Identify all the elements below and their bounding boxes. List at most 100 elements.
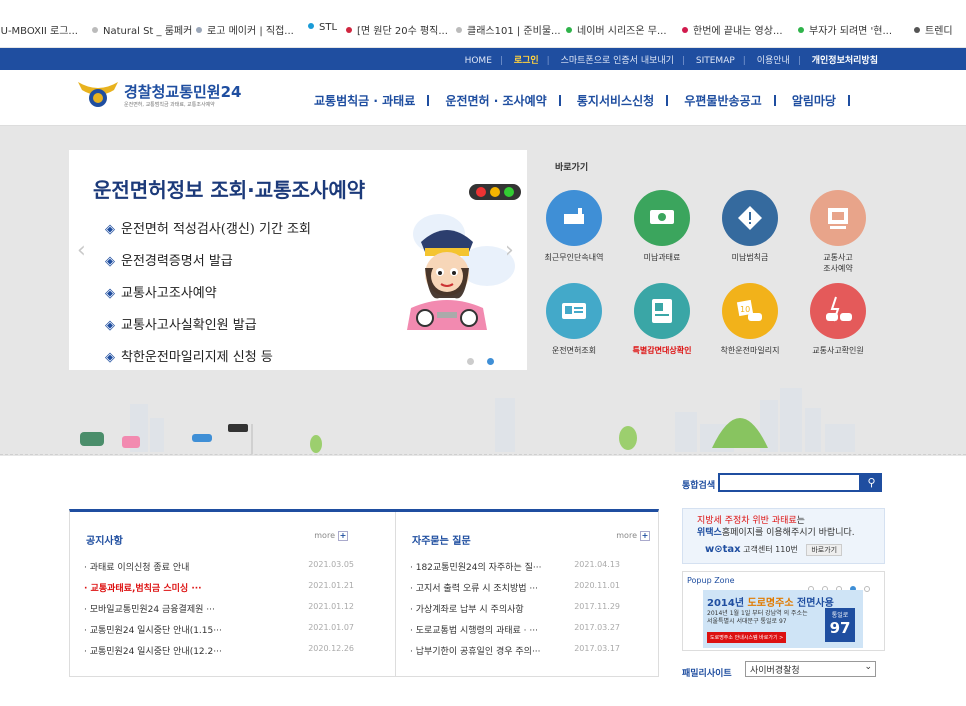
family-site-select[interactable]: 사이버경찰청 ⌄ bbox=[745, 661, 876, 677]
list-item[interactable]: · 모바일교통민원24 금융결제원 ··· 2021.01.12 bbox=[84, 602, 354, 623]
cert-export-link[interactable]: 스마트폰으로 인증서 내보내기 bbox=[561, 56, 674, 66]
faq-column: 자주묻는 질문 more + · 182교통민원24의 자주하는 질··· 2021… bbox=[396, 512, 690, 677]
wetax-logo: w⊙tax bbox=[705, 544, 741, 555]
quick-link-7[interactable]: 10 착한운전마일리지 bbox=[706, 283, 794, 356]
popup-dot-5[interactable] bbox=[864, 586, 870, 592]
bookmark-label: 한번에 끝내는 영상... bbox=[693, 26, 783, 37]
bookmark-label: 부자가 되려면 '현... bbox=[809, 26, 893, 37]
quick-links-title: 바로가기 bbox=[555, 163, 589, 173]
quick-link-label: 착한운전마일리지 bbox=[720, 346, 780, 355]
slide-link-mileage[interactable]: ◈ 착한운전마일리지제 신청 등 bbox=[105, 342, 311, 370]
notice-title[interactable]: 공지사항 bbox=[86, 532, 123, 547]
top-utility-bar: HOME | 로그인 | 스마트폰으로 인증서 내보내기 | SITEMAP | 이용안… bbox=[0, 48, 966, 70]
slide-link-career-cert[interactable]: ◈ 운전경력증명서 발급 bbox=[105, 246, 311, 278]
bookmark-item[interactable]: 네이버 시리즈온 무... bbox=[566, 22, 667, 37]
home-link[interactable]: HOME bbox=[465, 56, 492, 66]
list-item[interactable]: · 고지서 출력 오류 시 조치방법 ··· 2020.11.01 bbox=[410, 581, 620, 602]
bookmark-favicon-icon bbox=[308, 23, 314, 29]
list-item-title: · 납부기한이 공휴일인 경우 주의··· bbox=[410, 647, 541, 657]
traffic-light-icon bbox=[469, 184, 521, 200]
slider-prev-arrow[interactable]: ‹ bbox=[77, 238, 86, 263]
quick-link-5[interactable]: 운전면허조회 bbox=[530, 283, 618, 356]
list-item[interactable]: · 가상계좌로 납부 시 주의사항 2017.11.29 bbox=[410, 602, 620, 623]
login-link[interactable]: 로그인 bbox=[514, 56, 539, 66]
bookmark-item[interactable]: Natural St _ 룸페커 bbox=[92, 22, 192, 37]
list-item-title: · 고지서 출력 오류 시 조치방법 ··· bbox=[410, 584, 538, 594]
slider-dot-2[interactable] bbox=[487, 358, 495, 365]
quick-link-1[interactable]: 최근무인단속내역 bbox=[530, 190, 618, 263]
quick-link-6[interactable]: 특별감면대상확인 bbox=[618, 283, 706, 356]
list-item[interactable]: · 교통민원24 일시중단 안내(1.15··· 2021.01.07 bbox=[84, 623, 354, 644]
list-item-date: 2021.04.13 bbox=[574, 560, 620, 569]
police-mascot-illustration bbox=[407, 214, 515, 330]
quick-link-circle bbox=[810, 190, 866, 246]
faq-title[interactable]: 자주묻는 질문 bbox=[412, 532, 471, 547]
bookmark-item[interactable]: STL bbox=[308, 22, 337, 33]
quick-link-circle bbox=[546, 190, 602, 246]
list-item-date: 2017.03.17 bbox=[574, 644, 620, 653]
chevron-down-icon: ⌄ bbox=[864, 662, 872, 672]
site-logo[interactable]: 경찰청교통민원24 운전면허, 교통범칙금 과태료, 교통조사예약 bbox=[76, 78, 266, 118]
bookmark-favicon-icon bbox=[798, 27, 804, 33]
nav-license[interactable]: 운전면허 · 조사예약 bbox=[445, 94, 546, 108]
bookmark-item[interactable]: 부자가 되려면 '현... bbox=[798, 22, 892, 37]
quick-link-8[interactable]: 교통사고확인원 bbox=[794, 283, 882, 356]
road-address-go-button[interactable]: 도로명주소 안내시스템 바로가기 > bbox=[707, 632, 787, 643]
list-item-date: 2021.01.21 bbox=[308, 581, 354, 590]
guide-link[interactable]: 이용안내 bbox=[757, 56, 790, 66]
list-item-date: 2021.03.05 bbox=[308, 560, 354, 569]
nav-returned-mail[interactable]: 우편물반송공고 bbox=[684, 94, 761, 108]
quick-link-3[interactable]: 미납범칙금 bbox=[706, 190, 794, 263]
slide-link-accident-booking[interactable]: ◈ 교통사고조사예약 bbox=[105, 278, 311, 310]
integrated-search-input[interactable] bbox=[718, 473, 861, 492]
list-item[interactable]: · 납부기한이 공휴일인 경우 주의··· 2017.03.17 bbox=[410, 644, 620, 665]
search-label: 통합검색 bbox=[682, 481, 716, 491]
list-item[interactable]: · 교통민원24 일시중단 안내(12.2··· 2020.12.26 bbox=[84, 644, 354, 665]
wetax-banner-line2-bold: 위택스 bbox=[697, 528, 722, 538]
city-skyline-illustration bbox=[80, 388, 855, 454]
list-item-date: 2021.01.07 bbox=[308, 623, 354, 632]
family-site-label: 패밀리사이트 bbox=[682, 669, 732, 679]
faq-more-link[interactable]: more + bbox=[616, 531, 650, 541]
bookmark-item[interactable]: 한번에 끝내는 영상... bbox=[682, 22, 783, 37]
slide-link-accident-cert[interactable]: ◈ 교통사고사실확인원 발급 bbox=[105, 310, 311, 342]
bookmark-label: [면 원단 20수 평직... bbox=[357, 26, 448, 37]
bookmark-item[interactable]: MU-MBOXII 로그... bbox=[0, 22, 78, 37]
quick-link-label: 최근무인단속내역 bbox=[544, 253, 604, 262]
bookmark-item[interactable]: 트렌디 bbox=[914, 22, 953, 37]
road-address-banner[interactable]: 2014년 도로명주소 전면사용 2014년 1월 1일 부터 강남역 의 주소… bbox=[703, 590, 863, 648]
list-item[interactable]: · 182교통민원24의 자주하는 질··· 2021.04.13 bbox=[410, 560, 620, 581]
list-item[interactable]: · 도로교통법 시행령의 과태료 · ··· 2017.03.27 bbox=[410, 623, 620, 644]
list-item[interactable]: · 교통과태료,범칙금 스미싱 ··· 2021.01.21 bbox=[84, 581, 354, 602]
id-card-icon bbox=[652, 299, 672, 323]
slide-link-license-period[interactable]: ◈ 운전면허 적성검사(갱신) 기간 조회 bbox=[105, 214, 311, 246]
bookmark-item[interactable]: 로고 메이커 | 직접... bbox=[196, 22, 294, 37]
privacy-link[interactable]: 개인정보처리방침 bbox=[812, 56, 878, 66]
search-button[interactable]: ⚲ bbox=[861, 473, 882, 492]
nav-notice-board[interactable]: 알림마당 bbox=[792, 94, 836, 108]
mileage-icon: 10 bbox=[736, 299, 762, 321]
popup-zone-label: Popup Zone bbox=[687, 576, 735, 585]
quick-link-label: 미납과태료 bbox=[643, 253, 681, 262]
slider-next-arrow[interactable]: › bbox=[505, 238, 514, 263]
quick-link-4[interactable]: 교통사고 조사예약 bbox=[794, 190, 882, 274]
list-item[interactable]: · 과태료 이의신청 종료 안내 2021.03.05 bbox=[84, 560, 354, 581]
slider-dot-1[interactable] bbox=[467, 358, 474, 365]
bookmark-item[interactable]: 클래스101 | 준비물... bbox=[456, 22, 561, 37]
nav-fines[interactable]: 교통범칙금 · 과태료 bbox=[314, 94, 415, 108]
bookmark-label: 트렌디 bbox=[925, 26, 953, 37]
quick-link-2[interactable]: 미납과태료 bbox=[618, 190, 706, 263]
sitemap-link[interactable]: SITEMAP bbox=[696, 56, 735, 66]
list-item-title: · 교통과태료,범칙금 스미싱 ··· bbox=[84, 584, 202, 594]
bookmark-label: 클래스101 | 준비물... bbox=[467, 26, 561, 37]
nav-notification[interactable]: 통지서비스신청 bbox=[577, 94, 654, 108]
bookmark-item[interactable]: [면 원단 20수 평직... bbox=[346, 22, 448, 37]
wetax-go-button[interactable]: 바로가기 bbox=[806, 544, 843, 556]
logo-brand: 교통민원24 bbox=[165, 83, 242, 101]
site-header: 경찰청교통민원24 운전면허, 교통범칙금 과태료, 교통조사예약 교통범칙금 … bbox=[0, 70, 966, 126]
notice-more-link[interactable]: more + bbox=[314, 531, 348, 541]
monitor-icon bbox=[828, 208, 848, 229]
money-icon bbox=[650, 210, 674, 224]
wetax-banner[interactable]: 지방세 주정차 위반 과태료는 위택스홈페이지를 이용해주시기 바랍니다. w⊙… bbox=[682, 508, 885, 564]
quick-link-label: 미납범칙금 bbox=[731, 253, 769, 262]
